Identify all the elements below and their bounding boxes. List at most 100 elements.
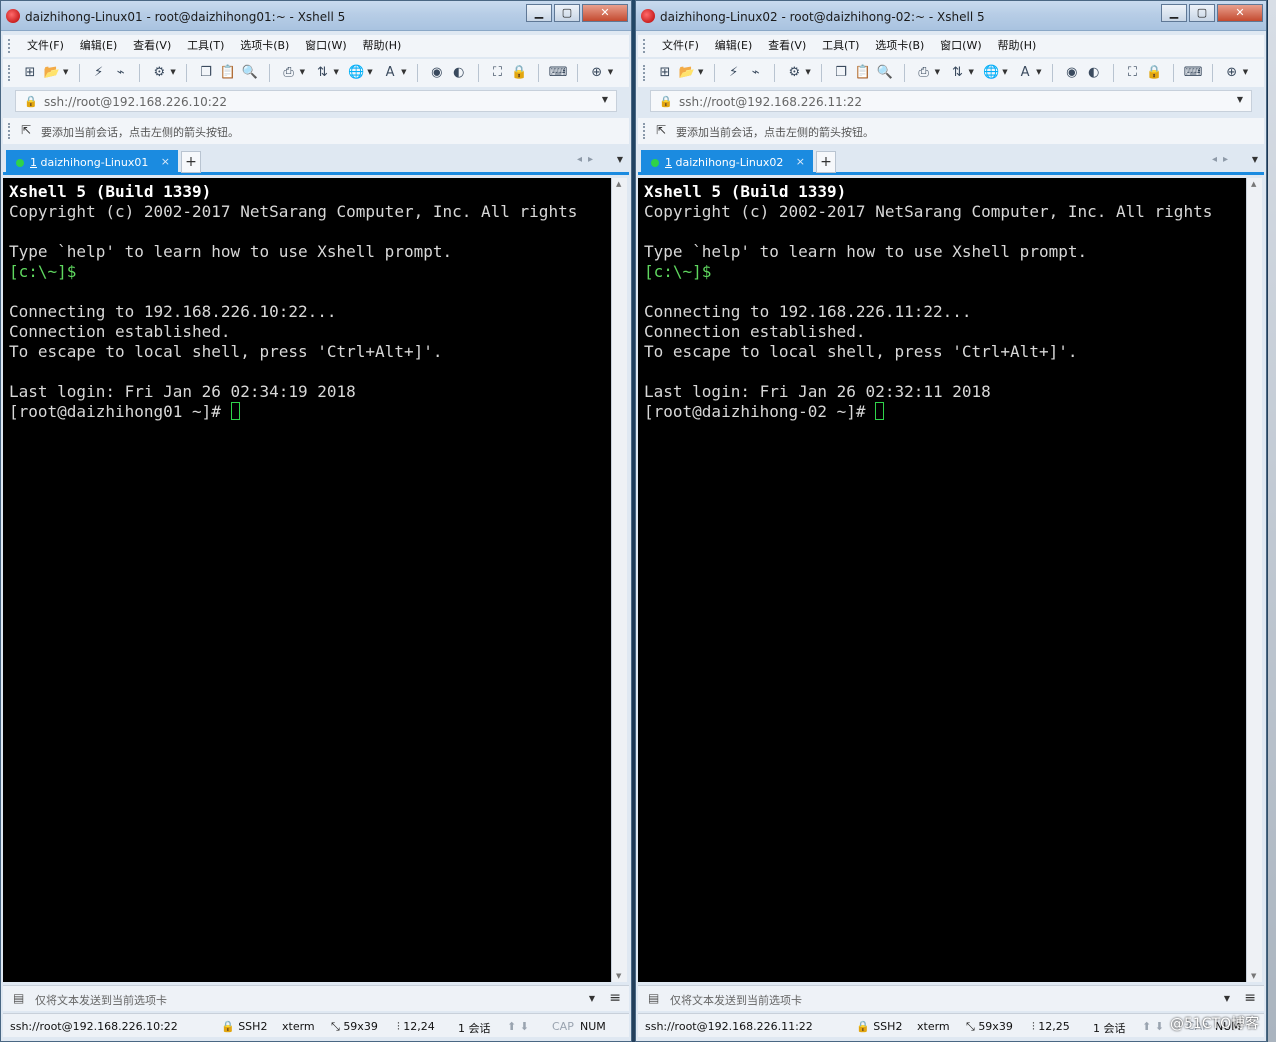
disconnect-icon[interactable]: ⌁ [110, 62, 132, 84]
tab-list-dropdown-icon[interactable]: ▼ [617, 155, 623, 164]
scroll-up-icon[interactable]: ▲ [616, 180, 621, 188]
compose-bar[interactable]: ▤ 仅将文本发送到当前选项卡 ▼ ≡ [3, 985, 629, 1011]
transfer-icon[interactable]: ⇅ [311, 62, 333, 84]
open-folder-icon[interactable]: 📂 [41, 62, 63, 84]
maximize-button[interactable]: ▢ [1189, 4, 1215, 22]
menu-edit[interactable]: 编辑(E) [709, 35, 759, 57]
connect-icon[interactable]: ⚡ [88, 62, 110, 84]
terminal-scrollbar[interactable]: ▲ ▼ [611, 178, 627, 982]
properties-dropdown-icon[interactable]: ▼ [170, 68, 178, 76]
close-button[interactable]: ✕ [582, 4, 628, 22]
address-input[interactable]: ssh://root@192.168.226.11:22 [679, 95, 862, 109]
compose-dropdown-icon[interactable]: ▼ [1224, 994, 1230, 1003]
add-session-arrow-icon[interactable]: ⇱ [21, 123, 31, 137]
keyboard-icon[interactable]: ⌨ [1182, 62, 1204, 84]
maximize-button[interactable]: ▢ [554, 4, 580, 22]
compose-menu-icon[interactable]: ≡ [609, 990, 621, 1006]
compose-input[interactable]: 仅将文本发送到当前选项卡 [35, 992, 167, 1008]
session-tab[interactable]: 1 daizhihong-Linux01 × [6, 150, 178, 175]
properties-icon[interactable]: ⚙ [148, 62, 170, 84]
globe-dropdown-icon[interactable]: ▼ [1002, 68, 1010, 76]
fullscreen-icon[interactable]: ⛶ [486, 62, 508, 84]
font-dropdown-icon[interactable]: ▼ [1036, 68, 1044, 76]
fullscreen-icon[interactable]: ⛶ [1121, 62, 1143, 84]
properties-icon[interactable]: ⚙ [783, 62, 805, 84]
tab-scroll-arrows-icon[interactable]: ◂▸ [577, 154, 599, 165]
scroll-down-icon[interactable]: ▼ [616, 972, 621, 980]
copy-icon[interactable]: ❐ [195, 62, 217, 84]
menu-tabs[interactable]: 选项卡(B) [234, 35, 295, 57]
close-button[interactable]: ✕ [1217, 4, 1263, 22]
xmanager-icon[interactable]: ◐ [448, 62, 470, 84]
compose-input[interactable]: 仅将文本发送到当前选项卡 [670, 992, 802, 1008]
terminal-scrollbar[interactable]: ▲ ▼ [1246, 178, 1262, 982]
menu-tabs[interactable]: 选项卡(B) [869, 35, 930, 57]
compose-dropdown-icon[interactable]: ▼ [589, 994, 595, 1003]
connect-icon[interactable]: ⚡ [723, 62, 745, 84]
add-dropdown-icon[interactable]: ▼ [1243, 68, 1251, 76]
tab-close-icon[interactable]: × [796, 155, 805, 168]
print-dropdown-icon[interactable]: ▼ [300, 68, 308, 76]
open-folder-icon[interactable]: 📂 [676, 62, 698, 84]
globe-icon[interactable]: 🌐 [980, 62, 1002, 84]
print-dropdown-icon[interactable]: ▼ [935, 68, 943, 76]
add-icon[interactable]: ⊕ [586, 62, 608, 84]
toolbar-grip-icon[interactable] [8, 65, 11, 81]
menu-file[interactable]: 文件(F) [21, 35, 70, 57]
transfer-dropdown-icon[interactable]: ▼ [333, 68, 341, 76]
print-icon[interactable]: ⎙ [913, 62, 935, 84]
title-bar[interactable]: daizhihong-Linux01 - root@daizhihong01:~… [1, 1, 631, 31]
new-tab-button[interactable]: + [181, 151, 201, 173]
tab-scroll-arrows-icon[interactable]: ◂▸ [1212, 154, 1234, 165]
hintbar-grip-icon[interactable] [643, 123, 646, 139]
print-icon[interactable]: ⎙ [278, 62, 300, 84]
add-dropdown-icon[interactable]: ▼ [608, 68, 616, 76]
tab-close-icon[interactable]: × [161, 155, 170, 168]
transfer-icon[interactable]: ⇅ [946, 62, 968, 84]
menu-tools[interactable]: 工具(T) [181, 35, 230, 57]
xftp-icon[interactable]: ◉ [426, 62, 448, 84]
paste-icon[interactable]: 📋 [852, 62, 874, 84]
menu-window[interactable]: 窗口(W) [934, 35, 987, 57]
address-input[interactable]: ssh://root@192.168.226.10:22 [44, 95, 227, 109]
address-bar[interactable]: 🔒 ssh://root@192.168.226.11:22 ▼ [650, 90, 1252, 112]
lock-toolbar-icon[interactable]: 🔒 [508, 62, 530, 84]
minimize-button[interactable]: ▁ [1161, 4, 1187, 22]
add-icon[interactable]: ⊕ [1221, 62, 1243, 84]
font-icon[interactable]: A [1014, 62, 1036, 84]
find-icon[interactable]: 🔍 [874, 62, 896, 84]
terminal-screen[interactable]: Xshell 5 (Build 1339) Copyright (c) 2002… [638, 178, 1246, 982]
font-icon[interactable]: A [379, 62, 401, 84]
menu-view[interactable]: 查看(V) [762, 35, 812, 57]
tab-list-dropdown-icon[interactable]: ▼ [1252, 155, 1258, 164]
open-dropdown-icon[interactable]: ▼ [698, 68, 706, 76]
menu-help[interactable]: 帮助(H) [991, 35, 1042, 57]
hintbar-grip-icon[interactable] [8, 123, 11, 139]
toolbar-grip-icon[interactable] [643, 65, 646, 81]
open-dropdown-icon[interactable]: ▼ [63, 68, 71, 76]
scroll-down-icon[interactable]: ▼ [1251, 972, 1256, 980]
lock-toolbar-icon[interactable]: 🔒 [1143, 62, 1165, 84]
menu-edit[interactable]: 编辑(E) [74, 35, 124, 57]
minimize-button[interactable]: ▁ [526, 4, 552, 22]
new-tab-button[interactable]: + [816, 151, 836, 173]
menu-window[interactable]: 窗口(W) [299, 35, 352, 57]
font-dropdown-icon[interactable]: ▼ [401, 68, 409, 76]
add-session-arrow-icon[interactable]: ⇱ [656, 123, 666, 137]
transfer-dropdown-icon[interactable]: ▼ [968, 68, 976, 76]
session-tab[interactable]: 1 daizhihong-Linux02 × [641, 150, 813, 175]
title-bar[interactable]: daizhihong-Linux02 - root@daizhihong-02:… [636, 1, 1266, 31]
globe-dropdown-icon[interactable]: ▼ [367, 68, 375, 76]
new-session-icon[interactable]: ⊞ [19, 62, 41, 84]
address-dropdown-icon[interactable]: ▼ [1237, 95, 1243, 104]
disconnect-icon[interactable]: ⌁ [745, 62, 767, 84]
copy-icon[interactable]: ❐ [830, 62, 852, 84]
compose-menu-icon[interactable]: ≡ [1244, 990, 1256, 1006]
properties-dropdown-icon[interactable]: ▼ [805, 68, 813, 76]
terminal-screen[interactable]: Xshell 5 (Build 1339) Copyright (c) 2002… [3, 178, 611, 982]
new-session-icon[interactable]: ⊞ [654, 62, 676, 84]
scroll-up-icon[interactable]: ▲ [1251, 180, 1256, 188]
menubar-grip-icon[interactable] [643, 39, 646, 53]
menubar-grip-icon[interactable] [8, 39, 11, 53]
globe-icon[interactable]: 🌐 [345, 62, 367, 84]
